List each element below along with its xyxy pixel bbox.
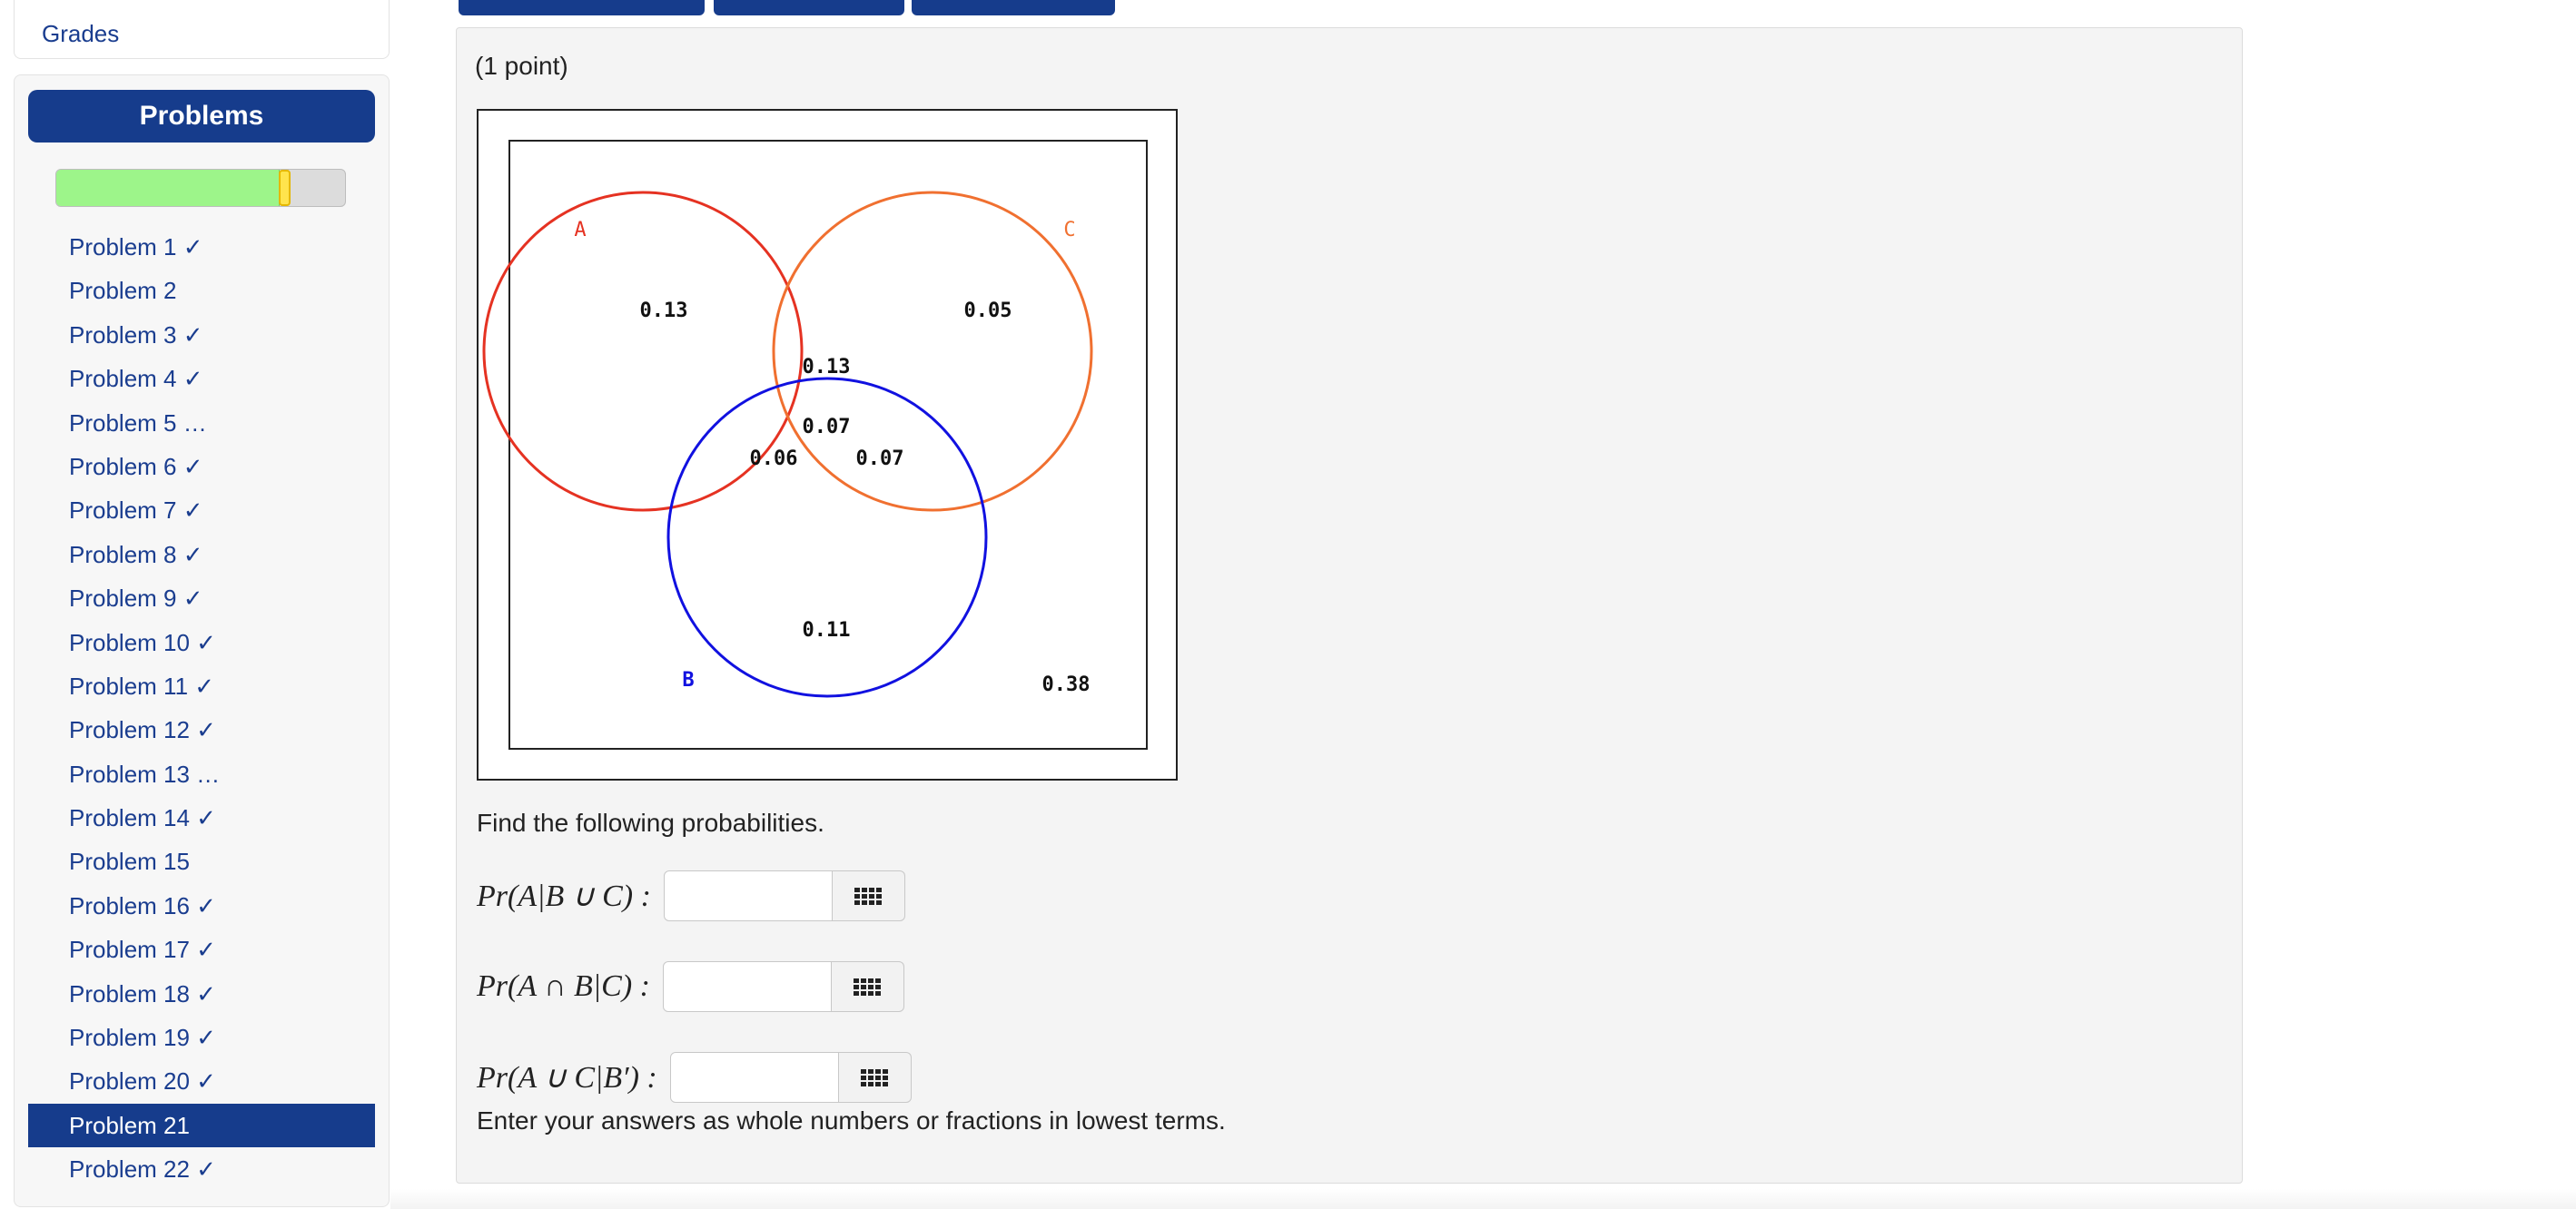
region-a-only: 0.13 bbox=[640, 300, 688, 322]
keypad-grid-icon bbox=[861, 1068, 889, 1086]
sidebar-item-problem-6[interactable]: Problem 6 ✓ bbox=[28, 445, 375, 488]
sidebar-item-problem-5[interactable]: Problem 5 … bbox=[28, 401, 375, 445]
sidebar-item-problem-3[interactable]: Problem 3 ✓ bbox=[28, 313, 375, 357]
region-a-b-only: 0.06 bbox=[750, 447, 798, 470]
sidebar-item-problem-16[interactable]: Problem 16 ✓ bbox=[28, 884, 375, 928]
region-a-c-only: 0.13 bbox=[803, 356, 851, 378]
sidebar-item-problem-7[interactable]: Problem 7 ✓ bbox=[28, 488, 375, 532]
sidebar-item-problem-2[interactable]: Problem 2 bbox=[28, 269, 375, 312]
question-label-2: Pr(A ∩ B|C) : bbox=[477, 969, 650, 1003]
answer-input-1[interactable] bbox=[663, 870, 833, 921]
page-bottom-shadow bbox=[390, 1189, 2576, 1209]
answer-format-note: Enter your answers as whole numbers or f… bbox=[477, 1106, 1226, 1135]
keypad-grid-icon bbox=[854, 887, 883, 905]
problem-list: Problem 1 ✓ Problem 2 Problem 3 ✓ Problem 4… bbox=[28, 225, 375, 1192]
region-b-c-only: 0.07 bbox=[856, 447, 904, 470]
nav-button-2[interactable] bbox=[714, 0, 904, 15]
sidebar-item-problem-21[interactable]: Problem 21 bbox=[28, 1103, 375, 1148]
region-outside: 0.38 bbox=[1042, 673, 1091, 696]
sidebar-item-problem-17[interactable]: Problem 17 ✓ bbox=[28, 928, 375, 971]
question-row-1: Pr(A|B ∪ C) : bbox=[477, 869, 905, 923]
sidebar-item-problem-13[interactable]: Problem 13 … bbox=[28, 752, 375, 796]
sidebar-item-problem-9[interactable]: Problem 9 ✓ bbox=[28, 576, 375, 620]
sidebar-item-problem-15[interactable]: Problem 15 bbox=[28, 840, 375, 883]
sidebar-item-problem-22[interactable]: Problem 22 ✓ bbox=[28, 1147, 375, 1191]
problems-panel: Problems Problem 1 ✓ Problem 2 Problem 3 ✓… bbox=[14, 74, 390, 1207]
question-label-1: Pr(A|B ∪ C) : bbox=[477, 880, 651, 913]
progress-bar bbox=[55, 169, 346, 207]
grades-link[interactable]: Grades bbox=[42, 20, 119, 48]
sidebar-item-problem-14[interactable]: Problem 14 ✓ bbox=[28, 796, 375, 840]
venn-label-b: B bbox=[682, 669, 694, 692]
region-c-only: 0.05 bbox=[964, 300, 1012, 322]
sidebar-item-problem-12[interactable]: Problem 12 ✓ bbox=[28, 708, 375, 752]
venn-svg: A C B 0.13 0.05 0.13 0.07 0.06 0.07 0.11… bbox=[482, 140, 1148, 750]
keypad-button-1[interactable] bbox=[832, 870, 905, 921]
sidebar-item-problem-8[interactable]: Problem 8 ✓ bbox=[28, 533, 375, 576]
sidebar-item-problem-11[interactable]: Problem 11 ✓ bbox=[28, 664, 375, 708]
sidebar-item-problem-19[interactable]: Problem 19 ✓ bbox=[28, 1016, 375, 1059]
region-a-b-c: 0.07 bbox=[803, 416, 851, 438]
venn-label-a: A bbox=[574, 219, 586, 241]
sidebar-item-problem-1[interactable]: Problem 1 ✓ bbox=[28, 225, 375, 269]
problems-header: Problems bbox=[28, 90, 375, 143]
sidebar-item-problem-4[interactable]: Problem 4 ✓ bbox=[28, 357, 375, 400]
question-label-3: Pr(A ∪ C|B′) : bbox=[477, 1061, 657, 1095]
answer-input-3[interactable] bbox=[669, 1052, 839, 1103]
progress-partial-fill bbox=[278, 170, 291, 206]
sidebar-item-problem-10[interactable]: Problem 10 ✓ bbox=[28, 621, 375, 664]
progress-correct-fill bbox=[56, 170, 280, 206]
keypad-grid-icon bbox=[854, 978, 882, 996]
problem-panel: (1 point) A C B 0.13 0.05 0.13 0.07 0.06… bbox=[456, 27, 2243, 1184]
nav-button-3[interactable] bbox=[912, 0, 1115, 15]
instruction-text: Find the following probabilities. bbox=[477, 809, 824, 837]
keypad-button-2[interactable] bbox=[831, 961, 904, 1012]
question-row-2: Pr(A ∩ B|C) : bbox=[477, 959, 904, 1014]
points-label: (1 point) bbox=[475, 52, 568, 80]
sidebar-nav-top: Grades bbox=[14, 0, 390, 59]
venn-label-c: C bbox=[1063, 219, 1075, 241]
sidebar-item-problem-18[interactable]: Problem 18 ✓ bbox=[28, 972, 375, 1016]
nav-button-1[interactable] bbox=[459, 0, 705, 15]
answer-input-2[interactable] bbox=[662, 961, 832, 1012]
sidebar-item-problem-20[interactable]: Problem 20 ✓ bbox=[28, 1059, 375, 1103]
keypad-button-3[interactable] bbox=[838, 1052, 912, 1103]
region-b-only: 0.11 bbox=[803, 619, 851, 642]
question-row-3: Pr(A ∪ C|B′) : bbox=[477, 1050, 912, 1105]
venn-diagram: A C B 0.13 0.05 0.13 0.07 0.06 0.07 0.11… bbox=[477, 109, 1178, 781]
